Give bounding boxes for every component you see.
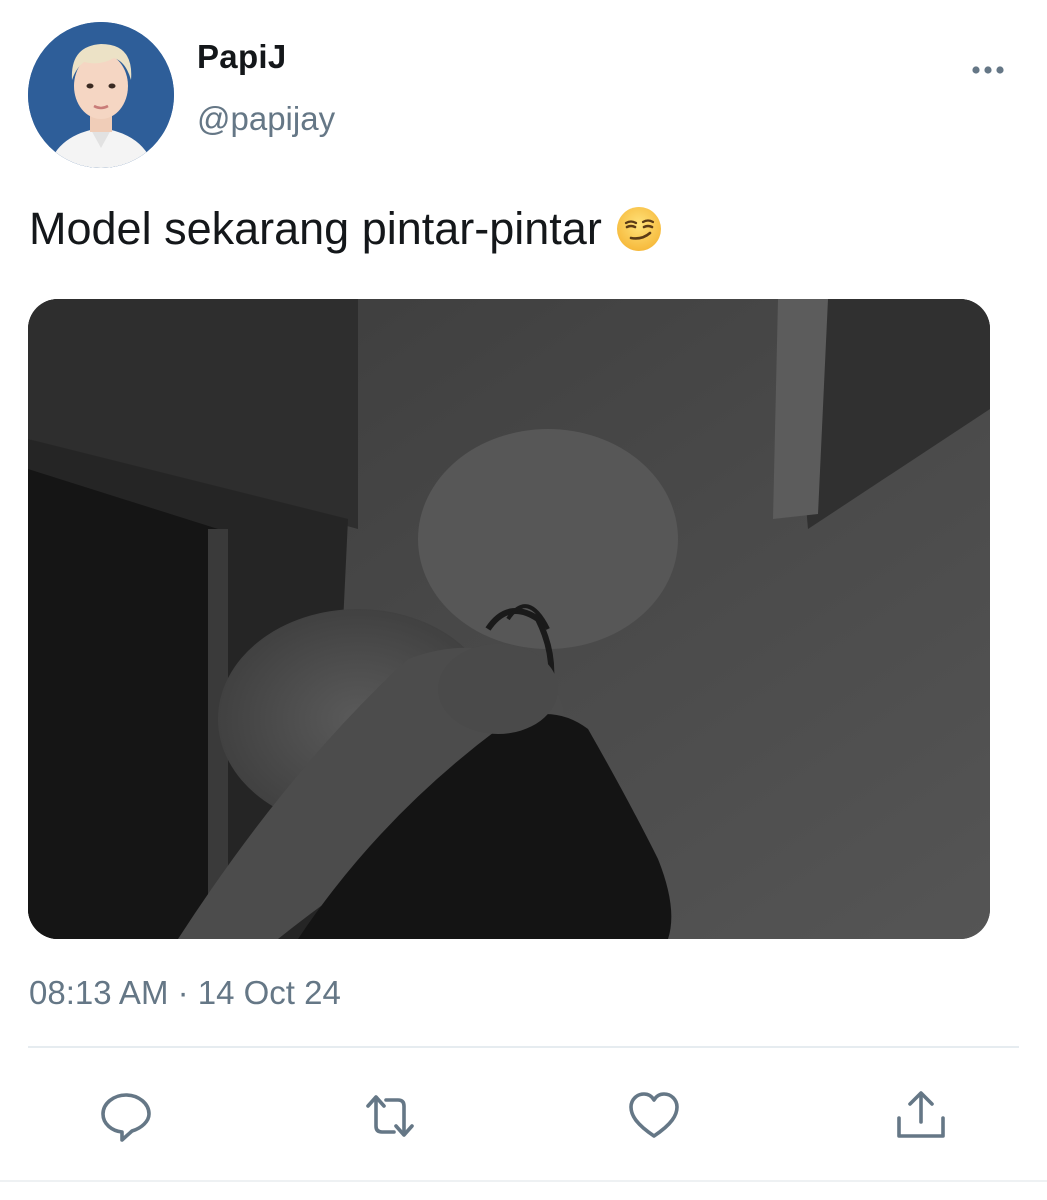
reply-button[interactable] (94, 1084, 158, 1148)
tweet-timestamp[interactable]: 08:13 AM · 14 Oct 24 (29, 974, 341, 1012)
reply-icon (98, 1088, 154, 1144)
author-display-name[interactable]: PapiJ (197, 38, 287, 76)
more-options-icon[interactable] (968, 58, 1008, 82)
tweet-media-photo[interactable] (28, 299, 990, 939)
share-button[interactable] (889, 1084, 953, 1148)
smirking-face-emoji-icon (616, 206, 662, 252)
author-handle[interactable]: @papijay (197, 100, 335, 138)
bottom-divider (0, 1180, 1047, 1182)
divider (28, 1046, 1019, 1048)
heart-icon (626, 1088, 682, 1144)
retweet-button[interactable] (358, 1084, 422, 1148)
tweet-text-content: Model sekarang pintar-pintar (29, 203, 602, 254)
tweet-text: Model sekarang pintar-pintar (29, 203, 662, 255)
like-button[interactable] (622, 1084, 686, 1148)
share-icon (893, 1088, 949, 1144)
tweet-actions-bar (0, 1084, 1047, 1148)
author-avatar[interactable] (28, 22, 174, 168)
retweet-icon (362, 1088, 418, 1144)
